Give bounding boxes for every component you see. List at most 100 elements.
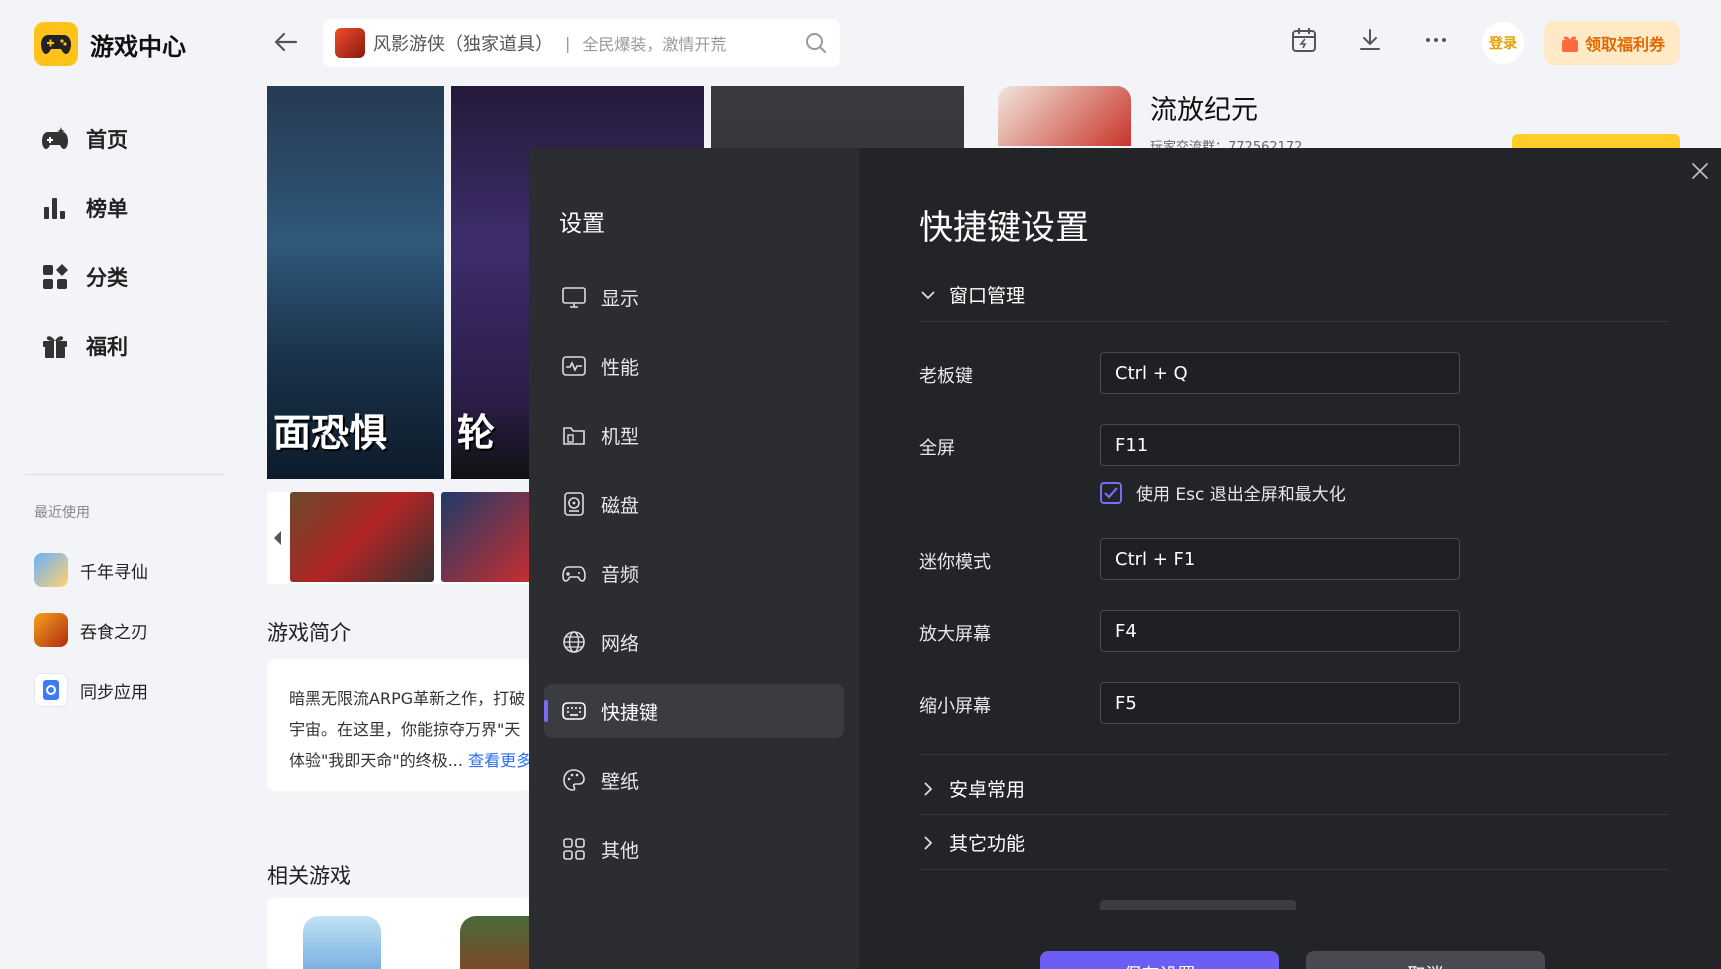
intro-line: 体验"我即天命"的终极... (289, 751, 463, 770)
game-title: 流放纪元 (1150, 95, 1258, 126)
group-android-common[interactable]: 安卓常用 (919, 775, 1025, 802)
group-label: 其它功能 (949, 833, 1026, 855)
search-icon[interactable] (804, 31, 828, 55)
settings-item-device[interactable]: 机型 (544, 408, 844, 462)
shortcut-label: 老板键 (919, 366, 973, 387)
settings-item-network[interactable]: 网络 (544, 615, 844, 669)
group-label: 窗口管理 (949, 285, 1026, 307)
shortcut-row-mini-mode: 迷你模式 (919, 538, 1460, 580)
settings-item-label: 性能 (601, 356, 640, 379)
thumbnail-strip (267, 492, 531, 584)
game-action-button[interactable] (1512, 134, 1680, 148)
coupon-label: 领取福利券 (1584, 35, 1665, 54)
settings-item-label: 网络 (601, 632, 640, 655)
shortcut-input-mini-mode[interactable] (1100, 538, 1460, 580)
banner-text: 面恐惧 (273, 411, 388, 455)
calendar-icon[interactable] (1290, 26, 1318, 54)
search-bar[interactable]: 风影游侠（独家道具） | 全民爆装，激情开荒 (323, 19, 840, 67)
gamepad-icon (42, 126, 68, 149)
save-settings-button[interactable]: 保存设置 (1040, 951, 1279, 969)
shortcut-label: 全屏 (919, 438, 955, 459)
settings-modal: 设置 显示 性能 机型 磁盘 音频 网络 快捷键 壁纸 其他 快捷键设置 窗口管… (529, 148, 1721, 969)
settings-item-display[interactable]: 显示 (544, 270, 844, 324)
shortcut-input-zoom-in[interactable] (1100, 610, 1460, 652)
nav-item-category[interactable]: 分类 (40, 242, 128, 311)
palette-icon (563, 769, 585, 791)
divider (919, 814, 1669, 815)
gift-icon (43, 335, 67, 358)
thumbnail[interactable] (441, 492, 531, 582)
app-logo[interactable]: 游戏中心 (34, 22, 186, 66)
monitor-icon (562, 287, 586, 308)
recent-item-tunshi[interactable]: 吞食之刃 (34, 600, 148, 660)
divider (919, 321, 1669, 322)
settings-item-other[interactable]: 其他 (544, 822, 844, 876)
nav-item-welfare[interactable]: 福利 (40, 311, 128, 380)
view-more-link[interactable]: 查看更多 (468, 751, 531, 770)
recent-item-qiannian[interactable]: 千年寻仙 (34, 540, 148, 600)
recent-item-sync-app[interactable]: 同步应用 (34, 660, 148, 720)
settings-item-label: 音频 (601, 563, 640, 586)
nav-item-ranking[interactable]: 榜单 (40, 173, 128, 242)
app-title: 游戏中心 (90, 32, 186, 61)
download-icon[interactable] (1356, 26, 1384, 54)
nav-label-ranking: 榜单 (86, 196, 128, 221)
settings-item-wallpaper[interactable]: 壁纸 (544, 753, 844, 807)
page-heading: 快捷键设置 (919, 208, 1089, 248)
shortcut-settings-panel: 快捷键设置 窗口管理 老板键 全屏 使用 Esc 退出全屏和最大化 迷你模式 放… (859, 148, 1721, 969)
settings-sidebar: 设置 显示 性能 机型 磁盘 音频 网络 快捷键 壁纸 其他 (529, 148, 859, 969)
settings-item-disk[interactable]: 磁盘 (544, 477, 844, 531)
grid-icon (43, 263, 68, 289)
shortcut-row-fullscreen: 全屏 (919, 424, 1460, 466)
intro-line: 暗黑无限流ARPG革新之作，打破 (289, 689, 526, 708)
shortcut-input-zoom-out[interactable] (1100, 682, 1460, 724)
settings-item-performance[interactable]: 性能 (544, 339, 844, 393)
shortcut-label: 放大屏幕 (919, 624, 991, 645)
nav-label-home: 首页 (86, 127, 128, 152)
settings-item-label: 机型 (601, 425, 640, 448)
back-arrow-icon[interactable] (272, 28, 300, 56)
recent-item-label: 吞食之刃 (80, 622, 148, 643)
checkmark-icon (1104, 486, 1118, 499)
esc-option[interactable]: 使用 Esc 退出全屏和最大化 (1100, 480, 1346, 505)
shortcut-input-boss-key[interactable] (1100, 352, 1460, 394)
chevron-left-icon[interactable] (272, 528, 282, 548)
divider (919, 754, 1669, 755)
settings-item-label: 磁盘 (601, 494, 640, 517)
settings-item-shortcuts[interactable]: 快捷键 (544, 684, 844, 738)
disk-icon (564, 492, 584, 516)
login-button[interactable]: 登录 (1482, 22, 1524, 64)
gamepad-logo-icon (34, 22, 78, 66)
partial-setting-control[interactable] (1100, 900, 1296, 910)
banner-text: 轮 (457, 411, 496, 455)
performance-icon (562, 356, 586, 376)
intro-title: 游戏简介 (267, 621, 351, 645)
related-game-cover[interactable] (303, 916, 381, 969)
coupon-button[interactable]: 领取福利券 (1544, 21, 1680, 65)
related-game-cover[interactable] (460, 916, 531, 969)
more-icon[interactable] (1422, 26, 1450, 54)
globe-icon (563, 631, 585, 653)
thumbnail[interactable] (290, 492, 434, 582)
nav-item-home[interactable]: 首页 (40, 104, 128, 173)
settings-title: 设置 (559, 211, 605, 237)
sync-app-icon (34, 673, 68, 707)
gift-bag-icon (1561, 36, 1578, 52)
esc-checkbox[interactable] (1100, 481, 1122, 504)
intro-line: 宇宙。在这里，你能掠夺万界"天 (289, 720, 521, 739)
search-separator: | (565, 33, 571, 53)
esc-option-label: 使用 Esc 退出全屏和最大化 (1136, 485, 1346, 505)
banner-image-1[interactable]: 面恐惧 (267, 86, 444, 479)
search-slogan: 全民爆装，激情开荒 (582, 35, 727, 54)
cancel-button[interactable]: 取消 (1306, 951, 1545, 969)
settings-item-audio[interactable]: 音频 (544, 546, 844, 600)
related-title: 相关游戏 (267, 864, 351, 888)
divider (919, 869, 1669, 870)
close-icon[interactable] (1689, 160, 1711, 182)
shortcut-row-zoom-in: 放大屏幕 (919, 610, 1460, 652)
group-other-functions[interactable]: 其它功能 (919, 829, 1025, 856)
shortcut-input-fullscreen[interactable] (1100, 424, 1460, 466)
group-window-management[interactable]: 窗口管理 (919, 281, 1025, 308)
keyboard-icon (562, 702, 586, 720)
recent-label: 最近使用 (34, 505, 90, 521)
